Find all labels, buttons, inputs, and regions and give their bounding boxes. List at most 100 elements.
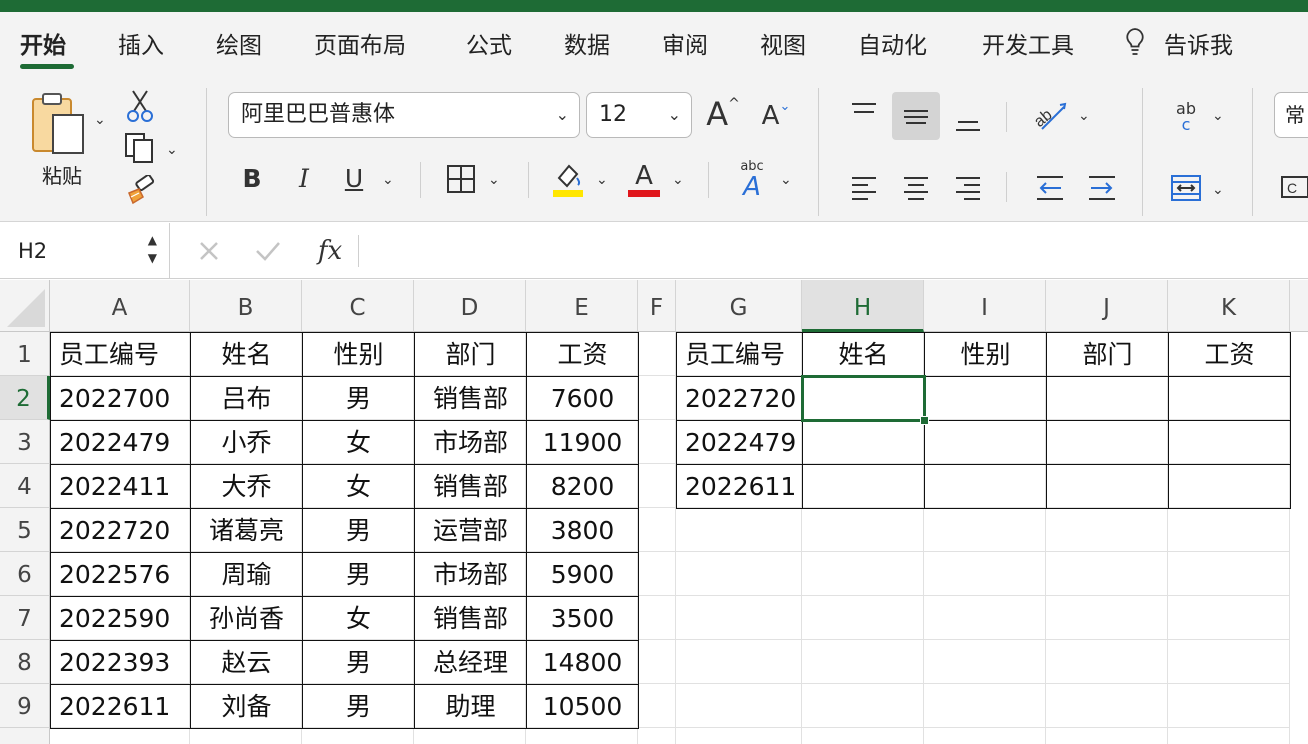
grid-cell[interactable] <box>924 684 1046 728</box>
column-header-j[interactable]: J <box>1046 280 1168 332</box>
tab-data[interactable]: 数据 <box>564 26 610 60</box>
tab-view[interactable]: 视图 <box>760 26 806 60</box>
grid-cell[interactable] <box>924 552 1046 596</box>
grid-cell[interactable] <box>924 596 1046 640</box>
grid-cell[interactable] <box>1168 684 1290 728</box>
grid-cell[interactable] <box>802 596 924 640</box>
grid-cell[interactable] <box>802 552 924 596</box>
cut-icon[interactable] <box>124 88 156 124</box>
table-cell[interactable]: 2022590 <box>50 596 191 641</box>
table-cell[interactable]: 男 <box>302 552 415 597</box>
insert-function-icon[interactable]: fx <box>312 233 348 269</box>
row-header-7[interactable]: 7 <box>0 596 50 640</box>
tab-draw[interactable]: 绘图 <box>216 26 262 60</box>
merge-dropdown-icon[interactable]: ⌄ <box>1212 182 1224 198</box>
fill-color-icon[interactable] <box>550 160 586 200</box>
table-cell[interactable]: 10500 <box>526 684 639 729</box>
grid-cell[interactable] <box>676 552 802 596</box>
column-header-g[interactable]: G <box>676 280 802 332</box>
grid-cell[interactable] <box>676 684 802 728</box>
tab-developer[interactable]: 开发工具 <box>982 26 1074 60</box>
table-cell[interactable] <box>1046 420 1169 465</box>
tab-automate[interactable]: 自动化 <box>858 26 927 60</box>
font-name-combo[interactable]: 阿里巴巴普惠体 ⌄ <box>228 92 580 138</box>
table-header-cell[interactable]: 工资 <box>1168 332 1291 377</box>
grid-cell[interactable] <box>1168 728 1290 744</box>
table-cell[interactable] <box>1168 376 1291 421</box>
table-cell[interactable]: 市场部 <box>414 420 527 465</box>
grid-cell[interactable] <box>802 728 924 744</box>
row-header-9[interactable]: 9 <box>0 684 50 728</box>
grid-cell[interactable] <box>638 420 676 464</box>
table-cell[interactable] <box>802 464 925 509</box>
grid-cell[interactable] <box>1046 508 1168 552</box>
table-cell[interactable]: 销售部 <box>414 464 527 509</box>
underline-button[interactable]: U <box>338 160 370 196</box>
table-cell[interactable]: 大乔 <box>190 464 303 509</box>
row-header-2[interactable]: 2 <box>0 376 50 420</box>
grid-cell[interactable] <box>676 640 802 684</box>
row-header-6[interactable]: 6 <box>0 552 50 596</box>
table-cell[interactable]: 2022411 <box>50 464 191 509</box>
table-cell[interactable]: 孙尚香 <box>190 596 303 641</box>
conditional-format-icon[interactable]: C <box>1278 168 1308 204</box>
worksheet-grid[interactable]: ABCDEFGHIJK 123456789 员工编号 姓名 性别 部门 工资 202270… <box>0 280 1308 744</box>
table-cell[interactable]: 7600 <box>526 376 639 421</box>
tab-page-layout[interactable]: 页面布局 <box>314 26 406 60</box>
merge-center-icon[interactable] <box>1164 168 1208 208</box>
column-header-e[interactable]: E <box>526 280 638 332</box>
table-header-cell[interactable]: 姓名 <box>190 332 303 377</box>
table-cell[interactable]: 赵云 <box>190 640 303 685</box>
number-format-combo[interactable]: 常 <box>1274 92 1308 138</box>
grid-cell[interactable] <box>802 508 924 552</box>
table-cell[interactable]: 女 <box>302 464 415 509</box>
grid-cell[interactable] <box>190 728 302 744</box>
orientation-dropdown-icon[interactable]: ⌄ <box>1078 108 1090 124</box>
table-cell[interactable]: 2022393 <box>50 640 191 685</box>
font-color-icon[interactable]: A <box>626 158 662 200</box>
grid-cell[interactable] <box>924 640 1046 684</box>
borders-dropdown-icon[interactable]: ⌄ <box>488 172 500 188</box>
phonetic-dropdown-icon[interactable]: ⌄ <box>780 172 792 188</box>
copy-dropdown-icon[interactable]: ⌄ <box>166 142 178 158</box>
grid-cell[interactable] <box>638 376 676 420</box>
phonetic-guide-icon[interactable]: abc A <box>730 158 774 202</box>
table-header-cell[interactable]: 性别 <box>302 332 415 377</box>
column-header-c[interactable]: C <box>302 280 414 332</box>
grid-cell[interactable] <box>1046 596 1168 640</box>
grid-cell[interactable] <box>638 684 676 728</box>
tab-home[interactable]: 开始 <box>20 26 66 60</box>
table-header-cell[interactable]: 员工编号 <box>50 332 191 377</box>
tab-formulas[interactable]: 公式 <box>466 26 512 60</box>
table-cell[interactable]: 2022720 <box>676 376 803 421</box>
table-cell[interactable]: 女 <box>302 596 415 641</box>
table-cell[interactable]: 总经理 <box>414 640 527 685</box>
table-cell[interactable]: 2022720 <box>50 508 191 553</box>
table-cell[interactable]: 男 <box>302 508 415 553</box>
font-color-dropdown-icon[interactable]: ⌄ <box>672 172 684 188</box>
table-cell[interactable]: 8200 <box>526 464 639 509</box>
table-header-cell[interactable]: 姓名 <box>802 332 925 377</box>
row-header-4[interactable]: 4 <box>0 464 50 508</box>
tab-review[interactable]: 审阅 <box>662 26 708 60</box>
grid-cell[interactable] <box>414 728 526 744</box>
table-cell[interactable]: 2022479 <box>50 420 191 465</box>
grid-cell[interactable] <box>924 508 1046 552</box>
table-cell[interactable]: 5900 <box>526 552 639 597</box>
copy-icon[interactable] <box>122 130 158 166</box>
borders-icon[interactable] <box>444 162 478 196</box>
align-top-icon[interactable] <box>842 92 886 138</box>
table-cell[interactable]: 市场部 <box>414 552 527 597</box>
fill-handle[interactable] <box>920 416 929 425</box>
row-header-8[interactable]: 8 <box>0 640 50 684</box>
grid-cell[interactable] <box>1168 552 1290 596</box>
name-box-spinner-icon[interactable]: ▲ ▼ <box>148 231 157 267</box>
grid-cell[interactable] <box>526 728 638 744</box>
grid-cell[interactable] <box>638 728 676 744</box>
table-cell[interactable] <box>924 420 1047 465</box>
grid-cell[interactable] <box>1046 728 1168 744</box>
table-header-cell[interactable]: 工资 <box>526 332 639 377</box>
column-header-h[interactable]: H <box>802 280 924 332</box>
table-cell[interactable]: 吕布 <box>190 376 303 421</box>
grid-cell[interactable] <box>924 728 1046 744</box>
